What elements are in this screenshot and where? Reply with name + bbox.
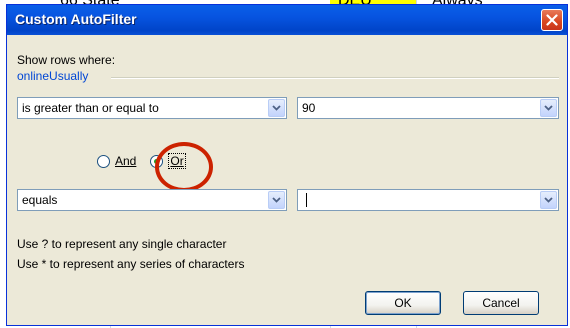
dialog-title: Custom AutoFilter — [15, 11, 137, 27]
operator2-select[interactable]: equals — [17, 189, 287, 211]
dropdown-button[interactable] — [540, 191, 557, 209]
dropdown-button[interactable] — [540, 99, 557, 117]
text-cursor — [306, 193, 307, 207]
operator1-select[interactable]: is greater than or equal to — [17, 97, 287, 119]
field-name-label: onlineUsually — [17, 69, 89, 83]
hint-wildcard-single: Use ? to represent any single character — [17, 237, 227, 251]
value1-text: 90 — [302, 101, 316, 115]
and-label[interactable]: And — [115, 154, 136, 168]
cancel-button[interactable]: Cancel — [463, 291, 539, 315]
value2-combobox[interactable] — [297, 189, 559, 211]
value1-combobox[interactable]: 90 — [297, 97, 559, 119]
close-icon — [546, 14, 558, 26]
annotation-circle — [155, 142, 213, 192]
separator — [111, 77, 559, 79]
chevron-down-icon — [272, 105, 281, 111]
operator1-value: is greater than or equal to — [22, 101, 159, 115]
dropdown-button[interactable] — [268, 99, 285, 117]
ok-button[interactable]: OK — [365, 291, 441, 315]
custom-autofilter-dialog: Custom AutoFilter Show rows where: onlin… — [6, 4, 568, 326]
show-rows-label: Show rows where: — [17, 53, 116, 67]
title-bar[interactable]: Custom AutoFilter — [7, 5, 567, 35]
chevron-down-icon — [544, 105, 553, 111]
dropdown-button[interactable] — [268, 191, 285, 209]
hint-wildcard-series: Use * to represent any series of charact… — [17, 257, 245, 271]
chevron-down-icon — [544, 197, 553, 203]
chevron-down-icon — [272, 197, 281, 203]
close-button[interactable] — [541, 9, 563, 31]
and-radio[interactable] — [97, 154, 110, 168]
operator2-value: equals — [22, 193, 58, 207]
